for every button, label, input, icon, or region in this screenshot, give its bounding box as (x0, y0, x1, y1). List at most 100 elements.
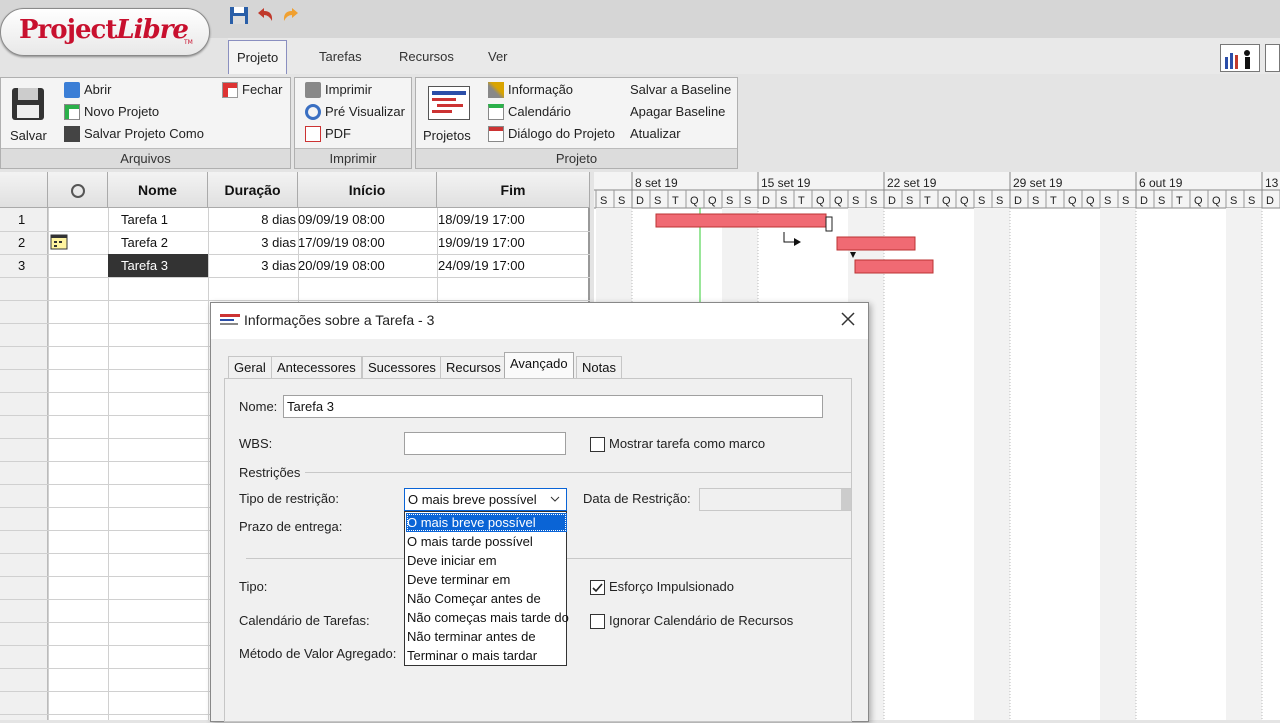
salvar-como-button[interactable]: Salvar Projeto Como (64, 124, 204, 144)
task-duration-cell[interactable]: 8 dias (208, 208, 296, 231)
week-label: 8 set 19 (635, 176, 678, 190)
dialog-tab-geral[interactable]: Geral (228, 356, 272, 378)
day-label: Q (690, 195, 699, 207)
wbs-label: WBS: (239, 436, 273, 451)
task-bar (655, 213, 827, 228)
dialog-tab-recursos[interactable]: Recursos (440, 356, 507, 378)
dropdown-option[interactable]: O mais breve possível (406, 513, 567, 532)
pre-visualizar-button[interactable]: Pré Visualizar (305, 102, 405, 122)
apagar-baseline-button[interactable]: Apagar Baseline (630, 102, 725, 122)
group-title: Projeto (416, 148, 737, 168)
dialogo-projeto-button[interactable]: Diálogo do Projeto (488, 124, 615, 144)
task-name-cell-selected[interactable]: Tarefa 3 (108, 254, 208, 277)
day-label: T (672, 195, 679, 207)
restricao-dropdown-list: O mais breve possível O mais tarde possí… (404, 511, 569, 666)
abrir-label: Abrir (84, 82, 112, 97)
task-duration-cell[interactable]: 3 dias (208, 231, 296, 254)
informacao-button[interactable]: Informação (488, 80, 573, 100)
tab-recursos[interactable]: Recursos (391, 40, 462, 74)
task-name-cell[interactable]: Tarefa 2 (121, 231, 168, 254)
abrir-button[interactable]: Abrir (64, 80, 111, 100)
pdf-button[interactable]: PDF (305, 124, 351, 144)
salvar-button[interactable]: Salvar (10, 126, 47, 146)
tools-icon (488, 82, 504, 98)
fechar-button[interactable]: Fechar (222, 80, 282, 100)
dropdown-option[interactable]: Deve terminar em (406, 570, 567, 589)
header-fim[interactable]: Fim (437, 172, 590, 208)
salvar-baseline-button[interactable]: Salvar a Baseline (630, 80, 731, 100)
tipo-restricao-select[interactable]: O mais breve possível (404, 488, 567, 511)
dialogo-label: Diálogo do Projeto (508, 126, 615, 141)
save-large-icon[interactable] (10, 86, 46, 122)
dropdown-option[interactable]: Não Começar antes de (406, 589, 567, 608)
tab-projeto[interactable]: Projeto (228, 40, 288, 74)
data-restricao-input[interactable] (699, 488, 852, 511)
projectlibre-logo[interactable]: ProjectLibre TM (0, 8, 210, 56)
close-icon[interactable] (838, 309, 858, 329)
save-icon[interactable] (228, 4, 250, 26)
task-start-cell[interactable]: 09/09/19 08:00 (298, 208, 385, 231)
task-end-cell[interactable]: 24/09/19 17:00 (438, 254, 525, 277)
weekend-shade (1118, 208, 1136, 720)
save-as-icon (64, 126, 80, 142)
task-end-cell[interactable]: 18/09/19 17:00 (438, 208, 525, 231)
day-label: S (618, 195, 625, 207)
tab-tarefas[interactable]: Tarefas (311, 40, 370, 74)
day-label: Q (1212, 195, 1221, 207)
day-label: S (1122, 195, 1129, 207)
task-start-cell[interactable]: 20/09/19 08:00 (298, 254, 385, 277)
day-label: Q (708, 195, 717, 207)
resource-chart-icon[interactable] (1220, 44, 1260, 72)
header-nome[interactable]: Nome (108, 172, 208, 208)
wbs-input[interactable] (404, 432, 566, 455)
dialog-tab-notas[interactable]: Notas (576, 356, 622, 378)
data-restricao-label: Data de Restrição: (583, 491, 691, 506)
dialog-tab-avancado[interactable]: Avançado (504, 352, 574, 379)
dropdown-option[interactable]: O mais tarde possível (406, 532, 567, 551)
dialog-tab-sucessores[interactable]: Sucessores (362, 356, 442, 378)
grid-row-line (0, 300, 590, 301)
row-number[interactable]: 1 (18, 208, 25, 231)
ignorar-checkbox[interactable] (590, 614, 605, 629)
esforco-checkbox[interactable] (590, 580, 605, 595)
tab-ver[interactable]: Ver (480, 40, 516, 74)
row-number[interactable]: 2 (18, 231, 25, 254)
task-name-cell[interactable]: Tarefa 1 (121, 208, 168, 231)
marco-checkbox[interactable] (590, 437, 605, 452)
dropdown-option[interactable]: Terminar o mais tardar (406, 646, 567, 665)
projetos-button[interactable]: Projetos (423, 126, 471, 146)
day-label: S (600, 195, 607, 207)
dialog-tab-antecessores[interactable]: Antecessores (271, 356, 362, 378)
atualizar-button[interactable]: Atualizar (630, 124, 681, 144)
dropdown-option[interactable]: Não terminar antes de (406, 627, 567, 646)
day-label: Q (942, 195, 951, 207)
novo-projeto-button[interactable]: Novo Projeto (64, 102, 159, 122)
redo-icon[interactable] (280, 4, 302, 26)
row-number[interactable]: 3 (18, 254, 25, 277)
calendar-icon (488, 104, 504, 120)
pre-visualizar-label: Pré Visualizar (325, 104, 405, 119)
task-start-cell[interactable]: 17/09/19 08:00 (298, 231, 385, 254)
nome-input[interactable]: Tarefa 3 (283, 395, 823, 418)
date-picker-icon[interactable] (841, 489, 851, 510)
group-title: Arquivos (1, 148, 290, 168)
day-label: D (636, 195, 644, 207)
new-project-icon (64, 104, 80, 120)
calendario-button[interactable]: Calendário (488, 102, 571, 122)
undo-icon[interactable] (254, 4, 276, 26)
weekend-shade (992, 208, 1010, 720)
projects-icon[interactable] (428, 86, 470, 120)
task-duration-cell[interactable]: 3 dias (208, 254, 296, 277)
dropdown-option[interactable]: Deve iniciar em (406, 551, 567, 570)
dropdown-option[interactable]: Não começas mais tarde do (406, 608, 569, 627)
header-indicators[interactable] (48, 172, 108, 208)
task-end-cell[interactable]: 19/09/19 17:00 (438, 231, 525, 254)
header-duracao[interactable]: Duração (208, 172, 298, 208)
day-label: T (1176, 195, 1183, 207)
row-number-column (0, 208, 48, 720)
imprimir-button[interactable]: Imprimir (305, 80, 372, 100)
esforco-label: Esforço Impulsionado (609, 579, 735, 594)
header-inicio[interactable]: Início (298, 172, 437, 208)
tipo-label: Tipo: (239, 579, 268, 594)
chart-icon[interactable] (1265, 44, 1280, 72)
